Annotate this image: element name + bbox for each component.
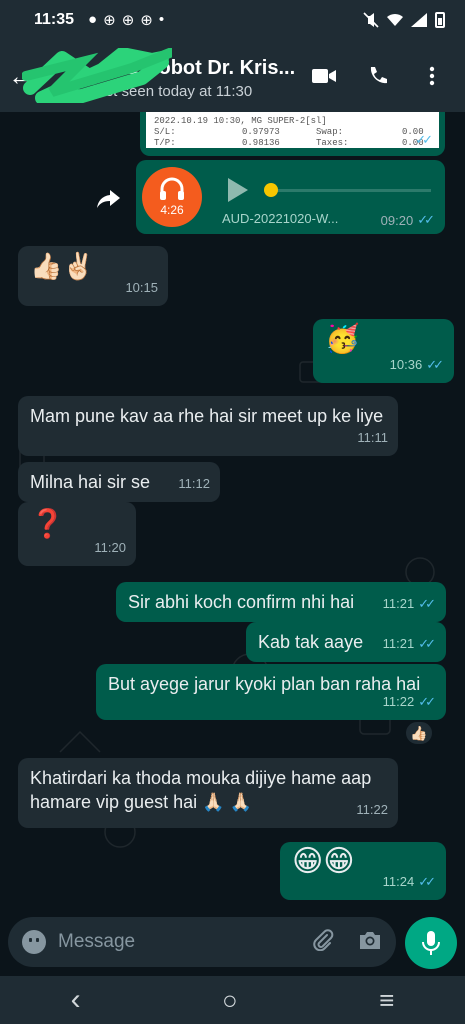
reaction-emoji: 👍🏻 — [410, 724, 428, 741]
message-incoming[interactable]: Khatirdari ka thoda mouka dijiye hame aa… — [18, 758, 398, 828]
message-incoming[interactable]: 👍🏻✌🏻 10:15 — [18, 246, 168, 306]
message-meta: 11:11 — [357, 426, 388, 450]
doc-taxes-label: Taxes: — [316, 138, 349, 148]
read-receipt-icon: ✓✓ — [418, 636, 436, 651]
message-incoming[interactable]: ❓ 11:20 — [18, 502, 136, 566]
message-time: 11:20 — [94, 540, 126, 555]
read-receipt-icon: ✓✓ — [426, 357, 444, 372]
mic-icon — [422, 931, 440, 955]
message-text: Mam pune kav aa rhe hai sir meet up ke l… — [30, 406, 384, 426]
message-time: 11:12 — [178, 476, 210, 491]
play-icon[interactable] — [228, 178, 248, 202]
notification-icons: ● ⊕ ⊕ ⊕ • — [88, 11, 164, 29]
wifi-icon — [387, 13, 403, 26]
voice-progress-track[interactable] — [266, 189, 431, 192]
message-text: 😁😁 — [292, 845, 355, 878]
message-time: 11:24 — [382, 874, 415, 889]
app-notification-icon: ⊕ — [121, 12, 135, 29]
message-input[interactable] — [58, 931, 312, 953]
chat-header: ← ... 22 Robot Dr. Kris... last seen tod… — [0, 40, 465, 112]
voice-call-icon[interactable] — [365, 63, 391, 89]
nav-home-icon[interactable]: ○ — [222, 985, 238, 1016]
mute-icon — [363, 12, 379, 28]
message-text: Sir abhi koch confirm nhi hai — [128, 592, 355, 612]
read-receipt-icon: ✓✓ — [415, 132, 433, 147]
message-outgoing[interactable]: Sir abhi koch confirm nhi hai 11:21 ✓✓ — [116, 582, 446, 622]
message-text: Kab tak aaye — [258, 632, 364, 652]
message-time: 10:36 — [389, 357, 423, 372]
message-outgoing[interactable]: Kab tak aaye 11:21 ✓✓ — [246, 622, 446, 662]
message-time: 11:11 — [357, 430, 388, 445]
more-notifications-icon: • — [158, 11, 165, 28]
message-meta: 05:27 ✓✓ — [379, 132, 433, 148]
document-message[interactable]: 2022.10.19 10:30, MG SUPER-2[sl] S/L: 0.… — [140, 112, 445, 156]
message-text: 👍🏻✌🏻 — [30, 251, 95, 281]
message-meta: 11:21 ✓✓ — [383, 592, 436, 616]
message-text: But ayege jarur kyoki plan ban raha hai — [108, 674, 421, 694]
voice-filename: AUD-20221020-W... — [222, 211, 339, 226]
headphones-icon — [160, 177, 184, 200]
doc-line: 2022.10.19 10:30, MG SUPER-2[sl] — [154, 116, 327, 126]
message-meta: 11:12 — [178, 472, 210, 496]
battery-icon — [435, 12, 445, 28]
voice-message[interactable]: 4:26 AUD-20221020-W... 09:20 ✓✓ — [136, 160, 445, 234]
app-notification-icon: ⊕ — [140, 12, 153, 29]
nav-back-icon[interactable]: ‹ — [71, 983, 81, 1017]
camera-icon[interactable] — [358, 930, 382, 955]
message-reaction[interactable]: 👍🏻 — [404, 720, 434, 746]
system-nav-bar: ‹ ○ ≡ — [0, 976, 465, 1024]
nav-recents-icon[interactable]: ≡ — [379, 985, 394, 1016]
message-outgoing[interactable]: 🥳 10:36 ✓✓ — [313, 319, 454, 383]
message-time: 09:20 — [380, 212, 414, 228]
signal-icon — [411, 13, 427, 27]
message-meta: 11:22 ✓✓ — [383, 690, 436, 714]
message-outgoing[interactable]: 😁😁 11:24 ✓✓ — [280, 842, 446, 900]
message-meta: 10:15 — [125, 276, 158, 300]
message-text: Milna hai sir se — [30, 472, 151, 492]
chat-area[interactable]: 2022.10.19 10:30, MG SUPER-2[sl] S/L: 0.… — [0, 112, 465, 912]
message-text: Khatirdari ka thoda mouka dijiye hame aa… — [30, 768, 372, 812]
message-time: 11:22 — [356, 802, 388, 817]
app-notification-icon: ⊕ — [103, 12, 116, 29]
message-outgoing[interactable]: But ayege jarur kyoki plan ban raha hai … — [96, 664, 446, 720]
read-receipt-icon: ✓✓ — [417, 212, 435, 227]
message-meta: 09:20 ✓✓ — [381, 212, 435, 228]
attach-icon[interactable] — [312, 928, 334, 956]
doc-tp-label: T/P: — [154, 138, 176, 148]
read-receipt-icon: ✓✓ — [418, 874, 436, 889]
message-time: 10:15 — [125, 280, 158, 295]
emoji-icon[interactable] — [22, 930, 46, 954]
doc-tp-value: 0.98136 — [242, 138, 280, 148]
message-meta: 11:20 — [94, 536, 126, 560]
more-options-icon[interactable] — [419, 63, 445, 89]
read-receipt-icon: ✓✓ — [418, 694, 436, 709]
message-meta: 10:36 ✓✓ — [390, 353, 444, 377]
message-meta: 11:21 ✓✓ — [383, 632, 436, 656]
message-text: ❓ — [30, 508, 65, 539]
status-bar: 11:35 ● ⊕ ⊕ ⊕ • — [0, 0, 465, 40]
message-composer — [8, 917, 396, 967]
video-call-icon[interactable] — [311, 63, 337, 89]
chat-notification-icon: ● — [88, 11, 98, 28]
message-incoming[interactable]: Mam pune kav aa rhe hai sir meet up ke l… — [18, 396, 398, 456]
message-time: 11:21 — [382, 596, 415, 611]
voice-progress-handle[interactable] — [264, 183, 278, 197]
redaction-scribble — [22, 48, 172, 103]
message-incoming[interactable]: Milna hai sir se 11:12 — [18, 462, 220, 502]
read-receipt-icon: ✓✓ — [418, 596, 436, 611]
status-time: 11:35 — [34, 11, 75, 28]
mic-button[interactable] — [405, 917, 457, 969]
voice-duration: 4:26 — [160, 203, 184, 217]
forward-icon[interactable] — [96, 190, 122, 210]
message-time: 05:27 — [378, 132, 412, 148]
message-meta: 11:22 — [356, 798, 388, 822]
message-time: 11:22 — [382, 694, 415, 709]
message-time: 11:21 — [382, 636, 415, 651]
audio-avatar: 4:26 — [142, 167, 202, 227]
message-text: 🥳 — [325, 323, 360, 354]
message-meta: 11:24 ✓✓ — [383, 870, 436, 894]
